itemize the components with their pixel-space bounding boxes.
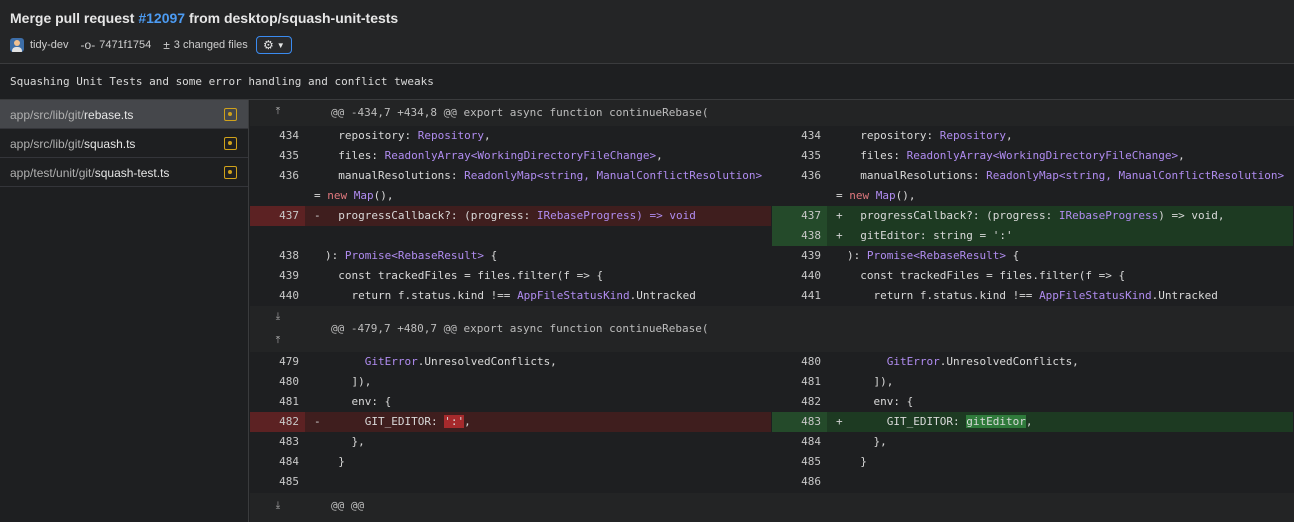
diff-row-continuation: = new Map(), = new Map(), <box>314 189 916 202</box>
hunk-header-text: @@ @@ <box>331 499 365 512</box>
diff-icon: ± <box>163 38 170 52</box>
file-path: app/src/lib/git/squash.ts <box>10 137 136 151</box>
diff-settings-button[interactable]: ⚙ ▼ <box>255 36 292 54</box>
gear-icon: ⚙ <box>262 38 274 52</box>
expand-down-icon[interactable]: ⤓ <box>270 501 286 511</box>
hunk-header-text: @@ -479,7 +480,7 @@ export async functio… <box>331 322 709 335</box>
diff-row: 484 } 485 } <box>279 455 867 468</box>
modified-icon <box>224 108 237 121</box>
diff-row-changed: 482- GIT_EDITOR: ':', 483 + GIT_EDITOR: g… <box>250 412 1294 432</box>
hunk-header: ⤓ @@ @@ <box>250 493 1294 522</box>
diff-row: 436 manualResolutions: ReadonlyMap<strin… <box>279 169 1285 182</box>
diff-row: 434 repository: Repository, 434 reposito… <box>279 129 1013 142</box>
commit-description: Squashing Unit Tests and some error hand… <box>0 64 1294 100</box>
expand-up-icon[interactable]: ⤒ <box>270 336 286 346</box>
diff-row: 479 GitError.UnresolvedConflicts, 480 Gi… <box>279 355 1079 368</box>
commit-title-suffix: from desktop/squash-unit-tests <box>185 10 399 26</box>
changed-files-list: app/src/lib/git/rebase.ts app/src/lib/gi… <box>0 100 249 522</box>
diff-row: 480 ]), 481 ]), <box>279 375 894 388</box>
commit-icon: -o- <box>80 38 96 52</box>
file-path: app/test/unit/git/squash-test.ts <box>10 166 170 180</box>
diff-row: 438): Promise<RebaseResult> { 439): Prom… <box>279 249 1020 262</box>
diff-row: 481 env: { 482 env: { <box>279 395 914 408</box>
diff-row: 483 }, 484 }, <box>279 435 887 448</box>
commit-title-prefix: Merge pull request <box>10 10 139 26</box>
diff-row-added: 438 + gitEditor: string = ':' <box>250 226 1294 246</box>
diff-row: 440 return f.status.kind !== AppFileStat… <box>279 289 1218 302</box>
hunk-header: ⤓ @@ -479,7 +480,7 @@ export async funct… <box>250 306 1294 352</box>
expand-down-icon[interactable]: ⤓ <box>270 312 286 322</box>
commit-summary-text: Squashing Unit Tests and some error hand… <box>10 75 434 88</box>
pr-link[interactable]: #12097 <box>138 10 185 26</box>
file-item-squash[interactable]: app/src/lib/git/squash.ts <box>0 129 248 158</box>
commit-meta: tidy-dev -o- 7471f1754 ± 3 changed files… <box>10 36 292 54</box>
changed-files-count: 3 changed files <box>173 39 248 51</box>
commit-header: Merge pull request #12097 from desktop/s… <box>0 0 1294 64</box>
commit-sha[interactable]: 7471f1754 <box>99 39 151 51</box>
file-item-squash-test[interactable]: app/test/unit/git/squash-test.ts <box>0 158 248 187</box>
commit-title: Merge pull request #12097 from desktop/s… <box>10 10 398 26</box>
modified-icon <box>224 166 237 179</box>
hunk-header-text: @@ -434,7 +434,8 @@ export async functio… <box>331 106 709 119</box>
hunk-header: ⤒ @@ -434,7 +434,8 @@ export async funct… <box>250 100 1294 126</box>
avatar <box>10 38 24 52</box>
file-path: app/src/lib/git/rebase.ts <box>10 108 134 122</box>
modified-icon <box>224 137 237 150</box>
diff-row-changed: 437- progressCallback?: (progress: IReba… <box>250 206 1294 226</box>
expand-up-icon[interactable]: ⤒ <box>270 107 286 117</box>
diff-row: 485 486 <box>279 475 821 488</box>
author-name: tidy-dev <box>30 39 69 51</box>
diff-view: ⤒ @@ -434,7 +434,8 @@ export async funct… <box>250 100 1294 522</box>
diff-row: 439 const trackedFiles = files.filter(f … <box>279 269 1126 282</box>
diff-row: 435 files: ReadonlyArray<WorkingDirector… <box>279 149 1185 162</box>
file-item-rebase[interactable]: app/src/lib/git/rebase.ts <box>0 100 248 129</box>
chevron-down-icon: ▼ <box>276 40 285 50</box>
